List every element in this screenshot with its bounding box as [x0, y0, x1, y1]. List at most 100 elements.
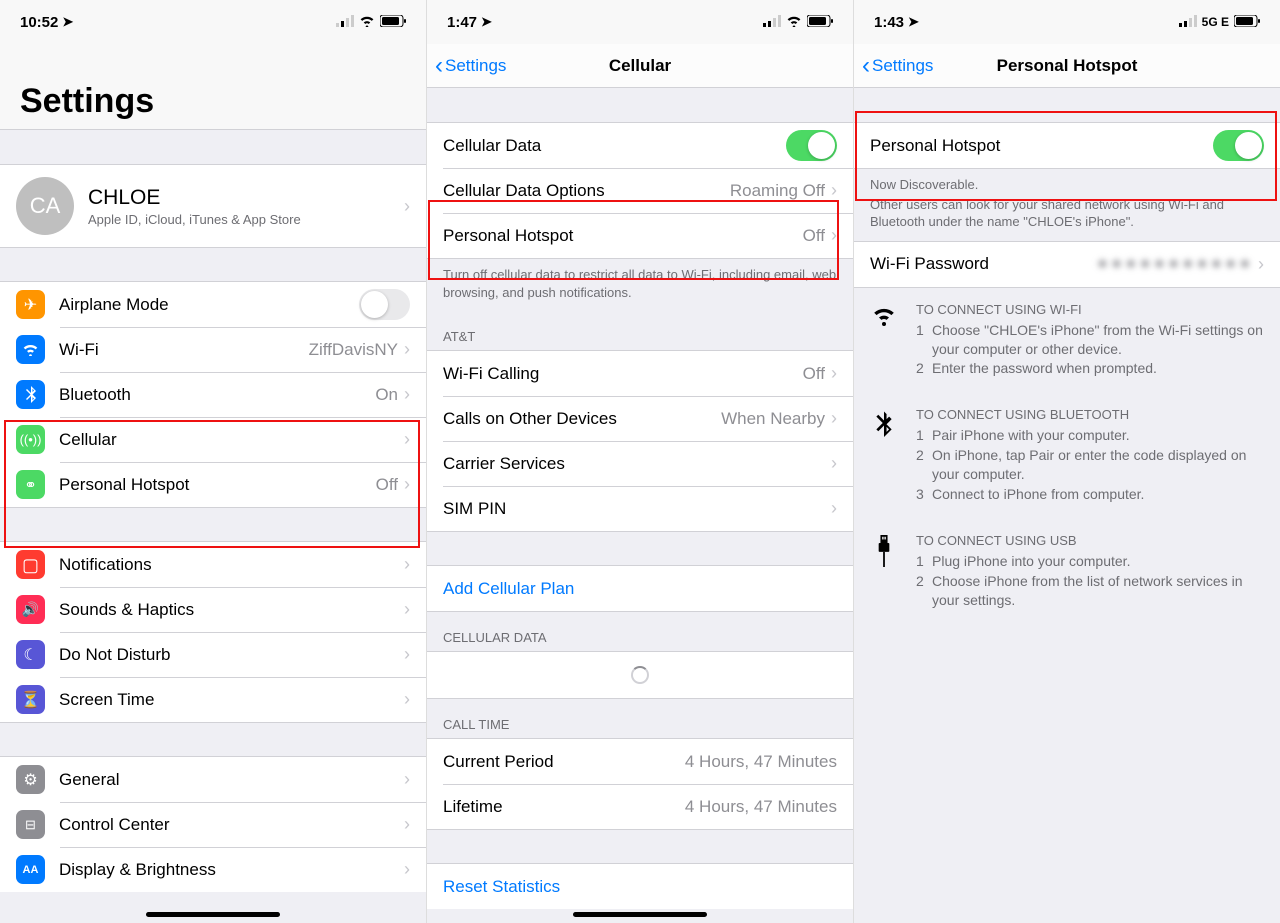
chevron-icon: ›: [404, 339, 410, 360]
hotspot-toggle[interactable]: [1213, 130, 1264, 161]
chevron-icon: ›: [404, 769, 410, 790]
back-label: Settings: [445, 56, 506, 76]
home-indicator[interactable]: [146, 912, 280, 917]
hotspot-toggle-cell[interactable]: Personal Hotspot: [854, 123, 1280, 168]
inst-wifi-title: TO CONNECT USING WI-FI: [916, 302, 1264, 317]
hotspot-label: Personal Hotspot: [59, 475, 376, 495]
display-label: Display & Brightness: [59, 860, 404, 880]
personal-hotspot-cell[interactable]: ⚭ Personal Hotspot Off ›: [0, 462, 426, 507]
wifi-password-cell[interactable]: Wi-Fi Password ∗∗∗∗∗∗∗∗∗∗∗ ›: [854, 242, 1280, 287]
battery-icon: [807, 14, 833, 31]
wifi-cell[interactable]: Wi-Fi ZiffDavisNY ›: [0, 327, 426, 372]
dnd-icon: ☾: [16, 640, 45, 669]
control-center-cell[interactable]: ⊟ Control Center ›: [0, 802, 426, 847]
bluetooth-cell[interactable]: Bluetooth On ›: [0, 372, 426, 417]
hotspot-label: Personal Hotspot: [870, 136, 1213, 156]
screentime-label: Screen Time: [59, 690, 404, 710]
calls-other-label: Calls on Other Devices: [443, 409, 721, 429]
inst-usb-step1: Plug iPhone into your computer.: [932, 552, 1130, 571]
sounds-icon: 🔊: [16, 595, 45, 624]
battery-icon: [380, 14, 406, 31]
home-indicator[interactable]: [573, 912, 707, 917]
general-cell[interactable]: ⚙ General ›: [0, 757, 426, 802]
sim-pin-cell[interactable]: SIM PIN ›: [427, 486, 853, 531]
cellular-label: Cellular: [59, 430, 404, 450]
sounds-cell[interactable]: 🔊 Sounds & Haptics ›: [0, 587, 426, 632]
wifi-label: Wi-Fi: [59, 340, 309, 360]
current-period-cell: Current Period 4 Hours, 47 Minutes: [427, 739, 853, 784]
back-button[interactable]: ‹Settings: [854, 52, 933, 80]
page-title: Settings: [0, 44, 426, 129]
signal-icon: [763, 14, 781, 31]
cellular-data-toggle[interactable]: [786, 130, 837, 161]
status-time: 1:47: [447, 14, 477, 31]
chevron-icon: ›: [404, 814, 410, 835]
display-cell[interactable]: AA Display & Brightness ›: [0, 847, 426, 892]
inst-usb-title: TO CONNECT USING USB: [916, 533, 1264, 548]
chevron-icon: ›: [404, 384, 410, 405]
wifi-icon: [359, 14, 375, 31]
cellular-icon: ((•)): [16, 425, 45, 454]
signal-icon: [336, 14, 354, 31]
cellular-cell[interactable]: ((•)) Cellular ›: [0, 417, 426, 462]
hotspot-value: Off: [803, 226, 825, 246]
gear-icon: ⚙: [16, 765, 45, 794]
bluetooth-label: Bluetooth: [59, 385, 375, 405]
chevron-icon: ›: [404, 429, 410, 450]
status-bar: 1:47➤: [427, 0, 853, 44]
status-time: 1:43: [874, 14, 904, 31]
hotspot-value: Off: [376, 475, 398, 495]
carrier-header: AT&T: [427, 311, 853, 351]
personal-hotspot-cell[interactable]: Personal Hotspot Off ›: [427, 213, 853, 258]
inst-bt-step2: On iPhone, tap Pair or enter the code di…: [932, 446, 1264, 484]
wifi-calling-label: Wi-Fi Calling: [443, 364, 803, 384]
bluetooth-value: On: [375, 385, 398, 405]
lifetime-value: 4 Hours, 47 Minutes: [685, 797, 837, 817]
status-bar: 10:52➤: [0, 0, 426, 44]
airplane-toggle[interactable]: [359, 289, 410, 320]
call-time-header: CALL TIME: [427, 699, 853, 739]
add-plan-cell[interactable]: Add Cellular Plan: [427, 566, 853, 611]
lifetime-label: Lifetime: [443, 797, 685, 817]
apple-id-cell[interactable]: CA CHLOE Apple ID, iCloud, iTunes & App …: [0, 165, 426, 247]
loading-cell: [427, 652, 853, 698]
control-center-label: Control Center: [59, 815, 404, 835]
hotspot-label: Personal Hotspot: [443, 226, 803, 246]
avatar: CA: [16, 177, 74, 235]
dnd-cell[interactable]: ☾ Do Not Disturb ›: [0, 632, 426, 677]
screenshot-settings-root: 10:52➤ Settings CA CHLOE Apple ID, iClou…: [0, 0, 426, 923]
screentime-icon: ⏳: [16, 685, 45, 714]
screentime-cell[interactable]: ⏳ Screen Time ›: [0, 677, 426, 722]
chevron-icon: ›: [831, 408, 837, 429]
nav-header: ‹Settings Personal Hotspot: [854, 44, 1280, 88]
notifications-cell[interactable]: ▢ Notifications ›: [0, 542, 426, 587]
chevron-left-icon: ‹: [435, 52, 443, 80]
screenshot-hotspot: 1:43➤ 5G E ‹Settings Personal Hotspot Pe…: [853, 0, 1280, 923]
chevron-icon: ›: [831, 180, 837, 201]
chevron-icon: ›: [404, 859, 410, 880]
calls-other-cell[interactable]: Calls on Other Devices When Nearby ›: [427, 396, 853, 441]
back-label: Settings: [872, 56, 933, 76]
cellular-data-cell[interactable]: Cellular Data: [427, 123, 853, 168]
network-type: 5G E: [1202, 15, 1229, 29]
screenshot-cellular: 1:47➤ ‹Settings Cellular Cellular Data C…: [426, 0, 853, 923]
wifi-calling-cell[interactable]: Wi-Fi Calling Off ›: [427, 351, 853, 396]
cellular-options-cell[interactable]: Cellular Data Options Roaming Off ›: [427, 168, 853, 213]
spinner-icon: [631, 666, 649, 684]
cellular-data-label: Cellular Data: [443, 136, 786, 156]
chevron-icon: ›: [831, 453, 837, 474]
inst-bt-step3: Connect to iPhone from computer.: [932, 485, 1144, 504]
chevron-icon: ›: [404, 196, 410, 217]
back-button[interactable]: ‹Settings: [427, 52, 506, 80]
reset-stats-cell[interactable]: Reset Statistics: [427, 864, 853, 909]
wifi-value: ZiffDavisNY: [309, 340, 398, 360]
current-value: 4 Hours, 47 Minutes: [685, 752, 837, 772]
usb-icon: [870, 533, 898, 611]
inst-bt-step1: Pair iPhone with your computer.: [932, 426, 1130, 445]
profile-name: CHLOE: [88, 186, 404, 210]
carrier-services-cell[interactable]: Carrier Services ›: [427, 441, 853, 486]
discoverable-text: Now Discoverable.: [854, 169, 1280, 196]
control-center-icon: ⊟: [16, 810, 45, 839]
airplane-mode-cell[interactable]: ✈ Airplane Mode: [0, 282, 426, 327]
chevron-icon: ›: [831, 225, 837, 246]
